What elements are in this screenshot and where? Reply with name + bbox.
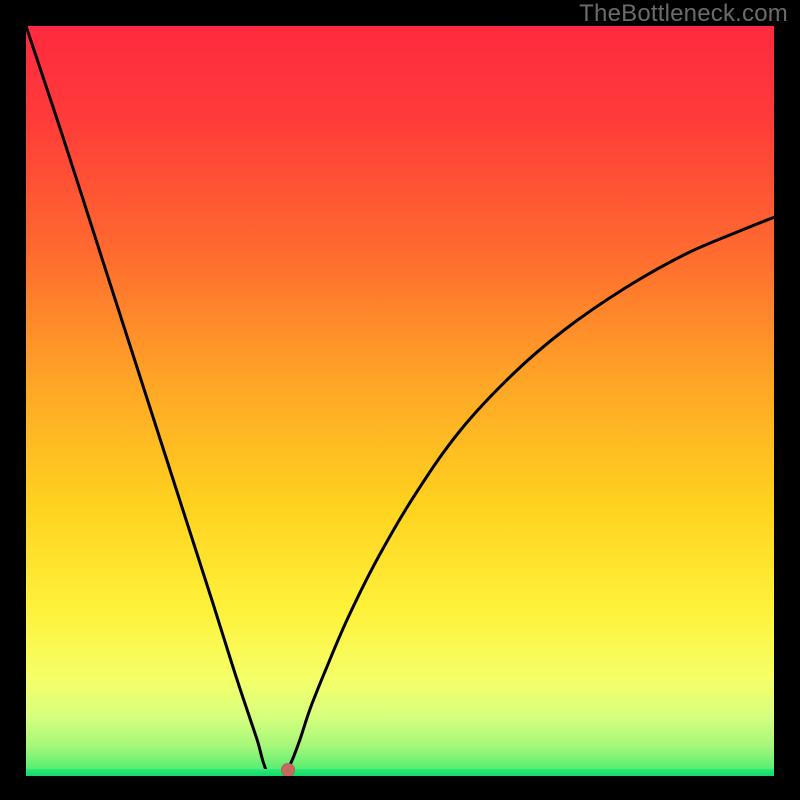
baseline-green-bar [26,769,774,776]
watermark-text: TheBottleneck.com [579,0,788,28]
curve-line [26,26,774,776]
optimal-point-marker [281,763,295,776]
chart-frame: TheBottleneck.com [0,0,800,800]
plot-area [26,26,774,776]
